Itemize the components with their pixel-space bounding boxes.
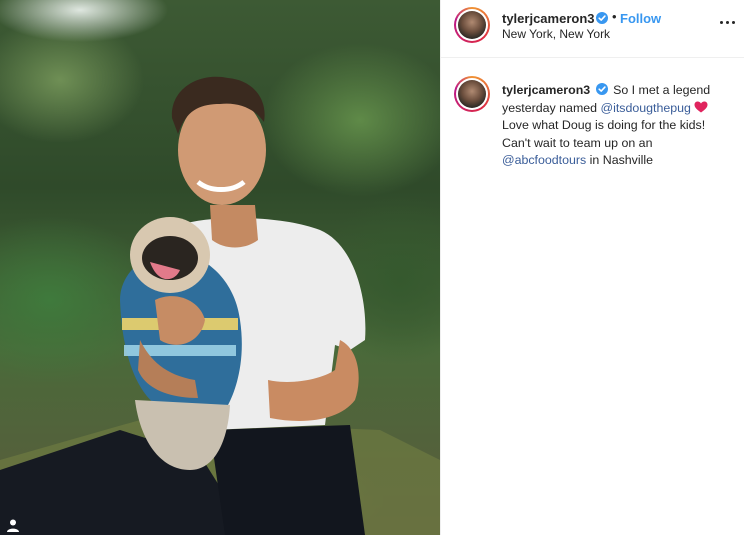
- header-separator: •: [612, 9, 617, 24]
- more-dot-2: [726, 21, 729, 24]
- caption-text-part-3: in Nashville: [589, 153, 654, 168]
- photo-man-holding-pug-illustration: [0, 76, 440, 535]
- follow-button[interactable]: Follow: [620, 11, 661, 26]
- verified-badge-icon: [595, 83, 608, 95]
- caption-text: tylerjcameron3 So I met a legend yesterd…: [502, 82, 732, 170]
- post-location[interactable]: New York, New York: [502, 27, 610, 41]
- caption-username[interactable]: tylerjcameron3: [502, 83, 590, 97]
- user-tag-icon[interactable]: [6, 518, 20, 532]
- caption-author-avatar[interactable]: [454, 76, 490, 112]
- more-options-icon[interactable]: [719, 13, 737, 31]
- mention-abcfoodtours-link[interactable]: @abcfoodtours: [502, 153, 586, 167]
- author-avatar[interactable]: [454, 7, 490, 43]
- avatar-photo: [458, 11, 486, 39]
- post-sidebar: tylerjcameron3 • Follow New York, New Yo…: [440, 0, 744, 535]
- red-heart-emoji-icon: [694, 101, 708, 113]
- caption-text-part-2: Love what Doug is doing for the kids! Ca…: [502, 118, 706, 150]
- more-dot-1: [720, 21, 723, 24]
- more-dot-3: [732, 21, 735, 24]
- mention-itsdougthepug-link[interactable]: @itsdougthepug: [601, 101, 691, 115]
- avatar-photo: [458, 80, 486, 108]
- post-header: tylerjcameron3 • Follow New York, New Yo…: [441, 0, 744, 58]
- author-username[interactable]: tylerjcameron3: [502, 11, 595, 26]
- verified-badge-icon: [596, 12, 608, 24]
- post-photo[interactable]: [0, 0, 440, 535]
